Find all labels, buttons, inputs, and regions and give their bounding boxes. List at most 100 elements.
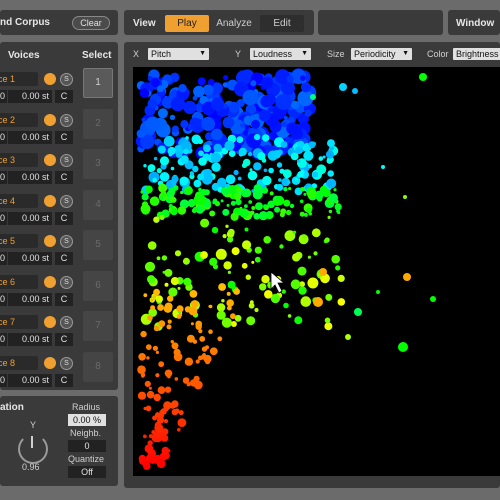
- corpus-point[interactable]: [147, 314, 153, 321]
- corpus-point[interactable]: [334, 203, 342, 211]
- corpus-point[interactable]: [289, 203, 295, 209]
- corpus-point[interactable]: [376, 290, 380, 294]
- corpus-point[interactable]: [169, 114, 176, 120]
- corpus-point[interactable]: [227, 228, 235, 236]
- corpus-point[interactable]: [143, 164, 147, 168]
- corpus-point[interactable]: [283, 199, 291, 207]
- corpus-point[interactable]: [228, 185, 237, 194]
- corpus-point[interactable]: [263, 168, 268, 173]
- corpus-point[interactable]: [180, 190, 184, 195]
- corpus-point[interactable]: [257, 152, 266, 161]
- corpus-point[interactable]: [274, 206, 281, 213]
- solo-button[interactable]: S: [60, 73, 73, 86]
- corpus-point[interactable]: [302, 234, 307, 239]
- corpus-point[interactable]: [155, 373, 160, 378]
- corpus-point[interactable]: [176, 305, 184, 313]
- corpus-point[interactable]: [227, 270, 231, 274]
- corpus-point[interactable]: [419, 73, 427, 81]
- corpus-point[interactable]: [228, 150, 236, 157]
- corpus-point[interactable]: [182, 257, 190, 265]
- voice-name[interactable]: ice 7: [0, 315, 38, 329]
- corpus-point[interactable]: [189, 290, 198, 298]
- solo-button[interactable]: S: [60, 194, 73, 208]
- corpus-point[interactable]: [339, 83, 347, 91]
- corpus-point[interactable]: [224, 140, 235, 151]
- corpus-point[interactable]: [147, 164, 156, 172]
- corpus-point[interactable]: [170, 277, 179, 286]
- corpus-point[interactable]: [212, 264, 219, 270]
- corpus-point[interactable]: [196, 196, 206, 206]
- corpus-point[interactable]: [188, 306, 198, 316]
- corpus-point[interactable]: [180, 120, 189, 129]
- corpus-point[interactable]: [294, 177, 299, 181]
- corpus-point[interactable]: [242, 89, 258, 106]
- voice-name[interactable]: ice 2: [0, 112, 38, 127]
- voice-enable-toggle[interactable]: [44, 316, 56, 328]
- corpus-point[interactable]: [177, 206, 187, 215]
- corpus-point[interactable]: [403, 273, 411, 281]
- voice-name[interactable]: ice 4: [0, 193, 38, 208]
- corpus-point[interactable]: [230, 313, 236, 320]
- corpus-point[interactable]: [245, 274, 251, 280]
- corpus-point[interactable]: [261, 275, 270, 284]
- corpus-point[interactable]: [147, 98, 158, 109]
- corpus-point[interactable]: [137, 365, 146, 375]
- voice-enable-toggle[interactable]: [44, 356, 56, 369]
- corpus-point[interactable]: [153, 325, 160, 332]
- corpus-point[interactable]: [171, 400, 179, 408]
- corpus-point[interactable]: [163, 135, 175, 147]
- corpus-point[interactable]: [312, 171, 319, 178]
- corpus-point[interactable]: [238, 147, 247, 156]
- corpus-point[interactable]: [328, 193, 338, 203]
- corpus-point[interactable]: [303, 150, 314, 161]
- corpus-point[interactable]: [211, 226, 219, 234]
- voice-left-value[interactable]: 0: [0, 171, 7, 184]
- corpus-point[interactable]: [205, 359, 211, 365]
- corpus-point[interactable]: [225, 174, 236, 185]
- voice-transpose-field[interactable]: 0.00 st: [8, 373, 52, 387]
- corpus-point[interactable]: [280, 141, 288, 148]
- corpus-point[interactable]: [165, 158, 169, 163]
- corpus-point[interactable]: [161, 434, 169, 442]
- corpus-point[interactable]: [195, 323, 202, 330]
- corpus-point[interactable]: [220, 199, 224, 203]
- corpus-point[interactable]: [193, 179, 202, 188]
- corpus-point[interactable]: [215, 248, 227, 260]
- voice-name[interactable]: ice 5: [0, 234, 38, 248]
- corpus-point[interactable]: [164, 268, 173, 277]
- corpus-point[interactable]: [146, 390, 155, 399]
- voice-name[interactable]: ice 3: [0, 153, 38, 167]
- corpus-point[interactable]: [159, 214, 165, 220]
- corpus-point[interactable]: [254, 134, 261, 141]
- corpus-point[interactable]: [254, 256, 261, 263]
- quantize-dropdown[interactable]: Off: [68, 466, 106, 478]
- corpus-point[interactable]: [204, 345, 210, 350]
- corpus-point[interactable]: [213, 143, 222, 153]
- corpus-point[interactable]: [137, 391, 147, 400]
- corpus-point[interactable]: [262, 134, 270, 142]
- corpus-point[interactable]: [150, 78, 160, 88]
- voice-select-button[interactable]: 7: [83, 311, 113, 341]
- corpus-point[interactable]: [144, 380, 151, 387]
- clear-button[interactable]: Clear: [72, 16, 110, 30]
- corpus-point[interactable]: [211, 128, 223, 141]
- corpus-point[interactable]: [324, 317, 331, 324]
- corpus-point[interactable]: [185, 136, 189, 140]
- voice-left-value[interactable]: 0: [0, 292, 7, 306]
- corpus-point[interactable]: [158, 361, 165, 368]
- corpus-point[interactable]: [183, 277, 192, 286]
- corpus-point[interactable]: [297, 266, 307, 276]
- corpus-point[interactable]: [221, 299, 225, 303]
- corpus-point[interactable]: [335, 265, 341, 271]
- corpus-point[interactable]: [161, 255, 168, 261]
- corpus-point[interactable]: [233, 288, 240, 295]
- corpus-point[interactable]: [250, 80, 257, 87]
- corpus-point[interactable]: [153, 288, 160, 296]
- corpus-point[interactable]: [259, 283, 267, 291]
- corpus-point[interactable]: [258, 109, 271, 122]
- tab-edit[interactable]: Edit: [260, 15, 304, 32]
- corpus-point[interactable]: [201, 116, 216, 131]
- corpus-point[interactable]: [263, 204, 268, 209]
- y-knob[interactable]: [18, 434, 48, 464]
- corpus-point[interactable]: [153, 393, 161, 402]
